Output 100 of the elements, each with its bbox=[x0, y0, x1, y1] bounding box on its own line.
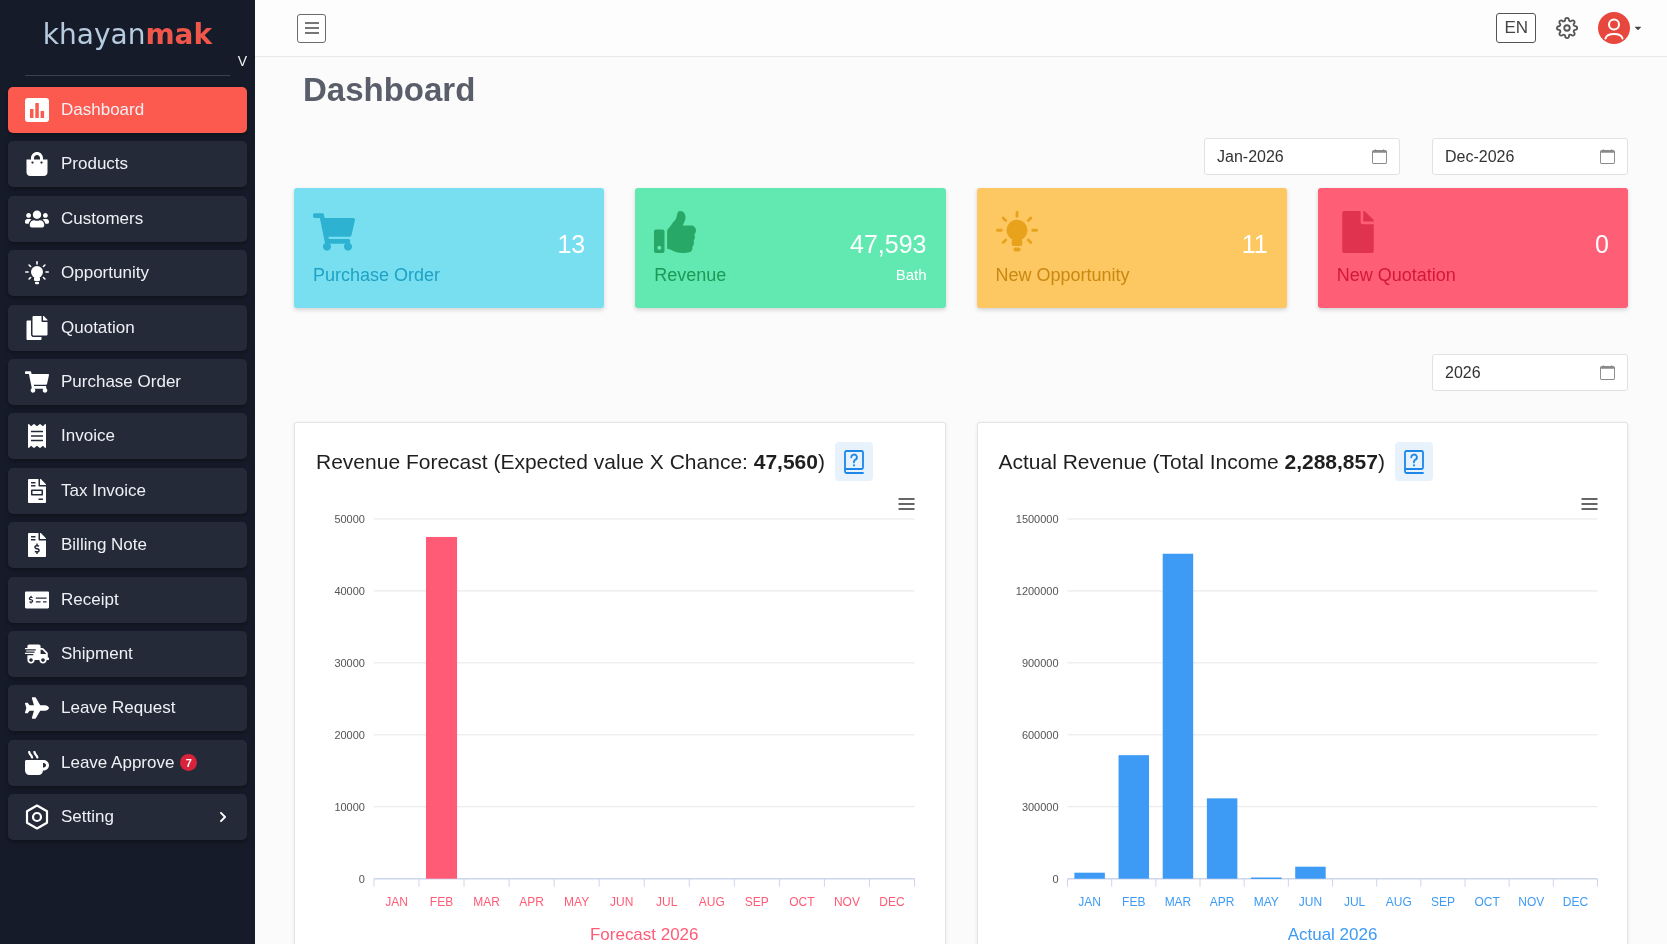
sidebar-item[interactable]: Purchase Order bbox=[8, 358, 247, 405]
axis-label: 10000 bbox=[334, 800, 365, 813]
chevron-right-icon bbox=[217, 811, 229, 824]
sidebar-item[interactable]: Tax Invoice bbox=[8, 467, 247, 514]
month-label: NOV bbox=[1517, 894, 1544, 909]
month-label: JUN bbox=[1298, 894, 1322, 909]
invoice-icon bbox=[25, 478, 49, 503]
month-label: OCT bbox=[1473, 894, 1500, 909]
dollar-document-icon bbox=[25, 533, 49, 558]
axis-title: Actual 2026 bbox=[1287, 924, 1377, 944]
year-field[interactable]: 2026 bbox=[1432, 354, 1628, 391]
month-label: FEB bbox=[429, 894, 454, 909]
axis-label: 900000 bbox=[1021, 656, 1059, 669]
menu-toggle-button[interactable] bbox=[297, 13, 326, 43]
help-button[interactable] bbox=[835, 442, 873, 481]
axis-label: 20000 bbox=[334, 728, 365, 741]
month-label: MAY bbox=[1253, 894, 1279, 909]
avatar-icon bbox=[1598, 12, 1630, 44]
calendar-icon bbox=[1372, 149, 1387, 164]
stat-value: 13 bbox=[557, 229, 586, 259]
month-label: MAR bbox=[1164, 894, 1191, 909]
lightbulb-icon bbox=[995, 211, 1038, 253]
axis-label: 0 bbox=[1051, 872, 1059, 885]
brand-logo: khayanmak bbox=[42, 18, 213, 52]
month-label: JUL bbox=[656, 894, 678, 909]
month-label: FEB bbox=[1121, 894, 1145, 909]
axis-label: 1500000 bbox=[1015, 512, 1059, 525]
chart-title: Revenue Forecast (Expected value X Chance: 47,560) bbox=[316, 449, 825, 474]
sidebar-item[interactable]: Customers bbox=[8, 195, 247, 242]
bag-icon bbox=[25, 152, 49, 177]
user-menu-button[interactable] bbox=[1598, 12, 1643, 44]
month-label: JUN bbox=[610, 894, 634, 909]
month-label: NOV bbox=[833, 894, 860, 909]
month-label: OCT bbox=[789, 894, 815, 909]
month-label: SEP bbox=[744, 894, 769, 909]
chart-icon bbox=[25, 98, 49, 122]
month-label: SEP bbox=[1430, 894, 1455, 909]
sidebar-caption: V bbox=[237, 53, 247, 69]
axis-label: 40000 bbox=[334, 584, 365, 597]
month-label: APR bbox=[519, 894, 544, 909]
axis-label: 300000 bbox=[1021, 800, 1059, 813]
month-label: AUG bbox=[698, 894, 725, 909]
sidebar-item[interactable]: Leave Approve 7 bbox=[8, 739, 247, 786]
chart-title: Actual Revenue (Total Income 2,288,857) bbox=[998, 449, 1385, 474]
documents-icon bbox=[25, 315, 49, 340]
calendar-icon bbox=[1600, 365, 1615, 380]
axis-label: 1200000 bbox=[1015, 584, 1059, 597]
stat-label: New Quotation bbox=[1336, 264, 1456, 287]
language-button[interactable]: EN bbox=[1496, 13, 1536, 43]
month-label: DEC bbox=[879, 894, 905, 909]
menu-icon[interactable] bbox=[1580, 498, 1598, 510]
axis-label: 600000 bbox=[1021, 728, 1059, 741]
month-label: DEC bbox=[1562, 894, 1588, 909]
month-label: MAY bbox=[564, 894, 590, 909]
stat-label: Revenue bbox=[654, 264, 727, 287]
plane-icon bbox=[25, 696, 49, 721]
cart-icon bbox=[313, 211, 355, 253]
sidebar-item[interactable]: Setting bbox=[8, 794, 247, 841]
month-label: AUG bbox=[1385, 894, 1412, 909]
axis-label: 50000 bbox=[334, 512, 365, 525]
sidebar-item[interactable]: Billing Note bbox=[8, 522, 247, 569]
month-label: JUL bbox=[1343, 894, 1365, 909]
sidebar-item[interactable]: Shipment bbox=[8, 630, 247, 677]
axis-title: Forecast 2026 bbox=[590, 924, 699, 944]
date-field[interactable]: Dec-2026 bbox=[1432, 138, 1628, 175]
axis-label: 0 bbox=[358, 872, 365, 885]
stat-unit: Bath bbox=[895, 265, 927, 285]
sidebar-item[interactable]: Receipt bbox=[8, 576, 247, 623]
truck-icon bbox=[25, 641, 49, 666]
help-book-icon bbox=[844, 449, 864, 474]
lightbulb-icon bbox=[25, 261, 49, 286]
axis-label: 30000 bbox=[334, 656, 365, 669]
page-title: Dashboard bbox=[303, 70, 476, 110]
sidebar-item[interactable]: Opportunity bbox=[8, 250, 247, 297]
chart-bar bbox=[1294, 866, 1326, 879]
cup-icon bbox=[25, 750, 49, 775]
receipt-icon bbox=[25, 424, 49, 449]
count-badge: 7 bbox=[180, 754, 198, 772]
sidebar-item[interactable]: Products bbox=[8, 141, 247, 188]
settings-icon bbox=[25, 804, 49, 831]
menu-icon[interactable] bbox=[897, 498, 916, 510]
sidebar-item[interactable]: Quotation bbox=[8, 304, 247, 351]
stat-label: New Opportunity bbox=[995, 264, 1130, 287]
month-label: MAR bbox=[473, 894, 500, 909]
chart-bar bbox=[1073, 872, 1105, 879]
sidebar-item[interactable]: Invoice bbox=[8, 413, 247, 460]
stat-label: Purchase Order bbox=[313, 264, 441, 287]
stat-value: 11 bbox=[1241, 229, 1268, 259]
cart-icon bbox=[25, 369, 49, 394]
stat-value: 47,593 bbox=[850, 229, 927, 259]
date-field[interactable]: Jan-2026 bbox=[1204, 138, 1400, 175]
settings-icon[interactable] bbox=[1556, 17, 1578, 39]
month-label: JAN bbox=[385, 894, 408, 909]
sidebar-item[interactable]: Leave Request bbox=[8, 685, 247, 732]
thumbs-up-icon bbox=[654, 211, 697, 253]
help-button[interactable] bbox=[1394, 442, 1433, 481]
menu-icon bbox=[304, 22, 319, 34]
help-book-icon bbox=[1403, 449, 1424, 474]
calendar-icon bbox=[1600, 149, 1615, 164]
month-label: JAN bbox=[1077, 894, 1101, 909]
